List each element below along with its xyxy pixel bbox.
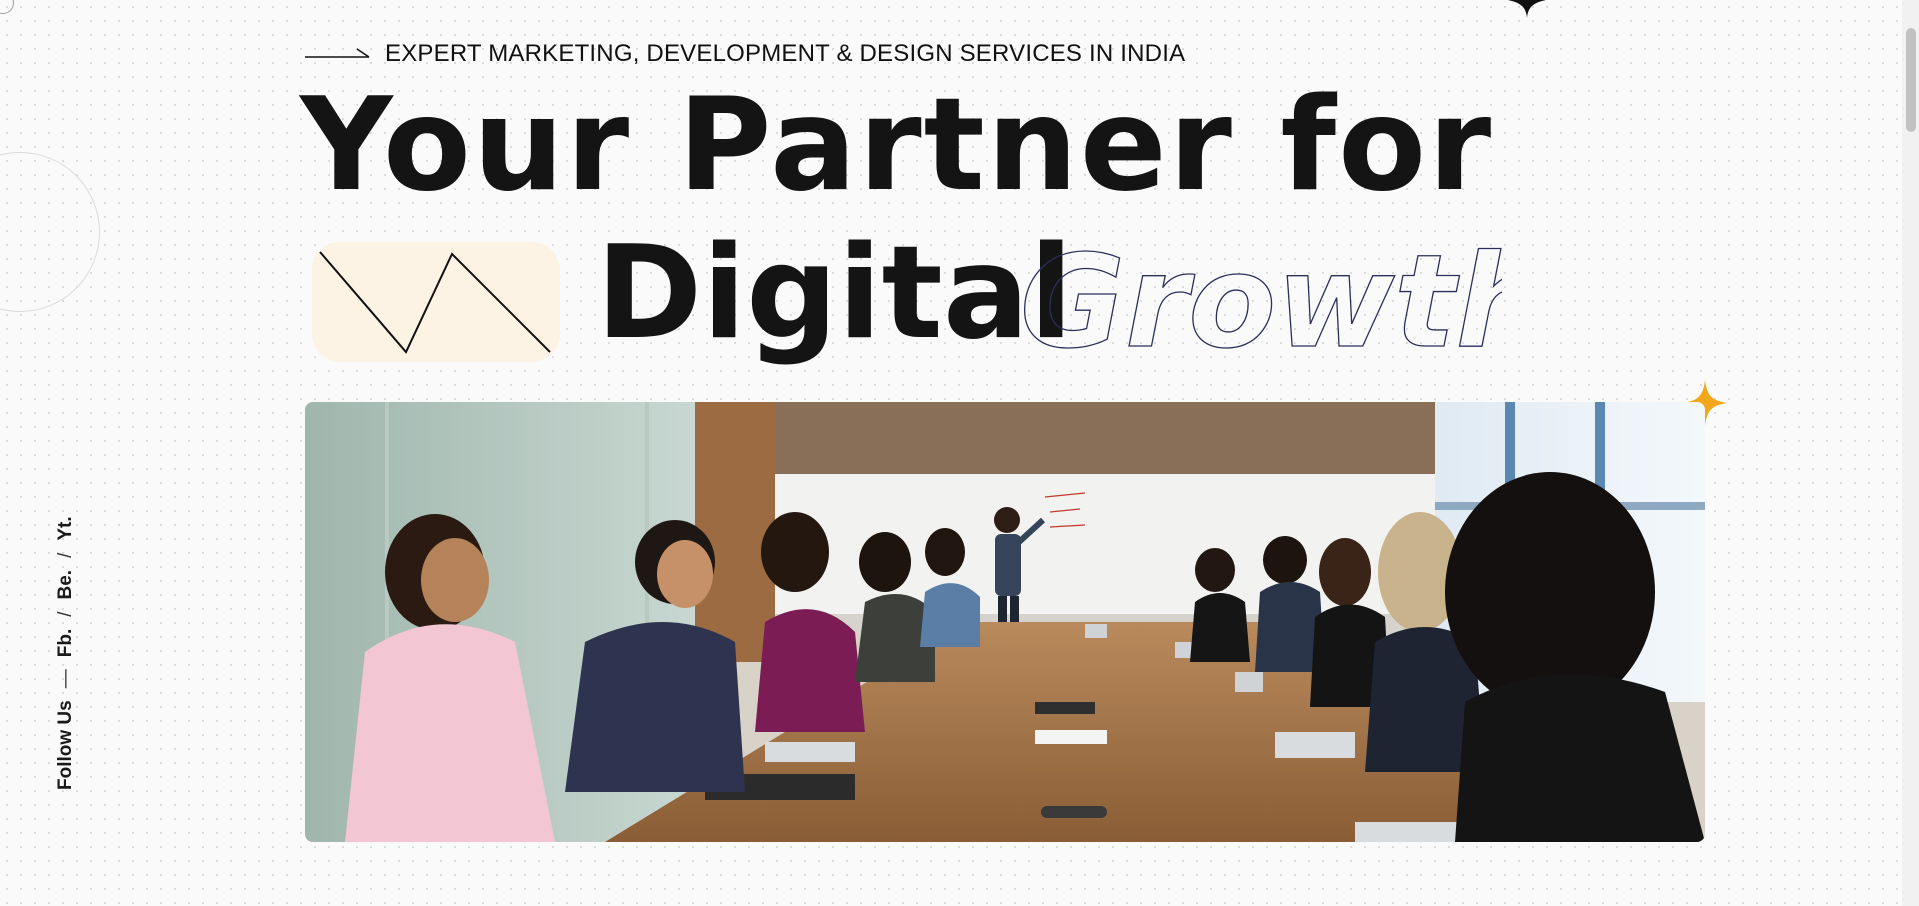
separator: / xyxy=(55,552,76,558)
separator: / xyxy=(55,611,76,617)
zigzag-line-icon xyxy=(319,251,551,354)
meeting-photo xyxy=(305,402,1705,842)
social-link-behance[interactable]: Be. xyxy=(55,570,77,600)
page-scrollbar[interactable] xyxy=(1902,0,1919,906)
dash-divider: — xyxy=(55,669,76,689)
svg-text:Growth: Growth xyxy=(1020,228,1502,368)
headline-word-growth: Growth xyxy=(1019,228,1502,368)
hero-image xyxy=(305,402,1705,842)
social-link-youtube[interactable]: Yt. xyxy=(55,516,77,540)
zigzag-highlight-box xyxy=(312,242,560,362)
social-follow-rail: Follow Us — Fb. / Be. / Yt. xyxy=(55,516,77,790)
tagline: EXPERT MARKETING, DEVELOPMENT & DESIGN S… xyxy=(305,40,1185,68)
tagline-text: EXPERT MARKETING, DEVELOPMENT & DESIGN S… xyxy=(385,40,1186,67)
scrollbar-thumb[interactable] xyxy=(1906,28,1916,132)
long-arrow-right-icon xyxy=(305,47,371,61)
headline-word-digital: Digital xyxy=(596,219,1074,368)
star-top-icon xyxy=(1502,0,1552,25)
circle-decoration xyxy=(0,152,100,312)
social-link-facebook[interactable]: Fb. xyxy=(55,629,77,658)
corner-circle-decoration xyxy=(0,0,14,14)
follow-us-label: Follow Us xyxy=(55,700,76,790)
headline-line1: Your Partner for xyxy=(300,71,1494,220)
